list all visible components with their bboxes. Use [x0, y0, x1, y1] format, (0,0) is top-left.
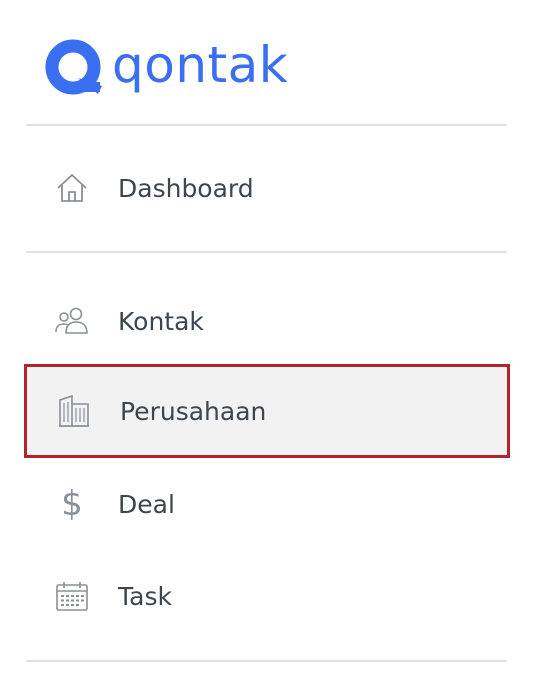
calendar-icon — [52, 576, 92, 616]
menu-label-task: Task — [118, 581, 172, 611]
menu-label-deal: Deal — [118, 489, 175, 519]
qontak-logo-icon — [45, 39, 102, 95]
menu-item-perusahaan[interactable]: Perusahaan — [24, 364, 510, 458]
home-icon — [52, 168, 92, 208]
contacts-icon — [52, 301, 92, 341]
divider-bottom — [26, 660, 507, 662]
divider-middle — [26, 251, 507, 253]
divider-top — [26, 124, 507, 126]
menu-item-dashboard[interactable]: Dashboard — [26, 143, 507, 233]
brand-name: qontak — [112, 36, 289, 94]
menu-item-task[interactable]: Task — [26, 551, 507, 641]
menu-label-kontak: Kontak — [118, 306, 204, 336]
menu-item-kontak[interactable]: Kontak — [26, 276, 507, 366]
menu-item-deal[interactable]: $ Deal — [26, 459, 507, 549]
menu-label-dashboard: Dashboard — [118, 173, 254, 203]
building-icon — [54, 391, 94, 431]
brand-logo[interactable]: qontak — [44, 34, 288, 104]
menu-label-perusahaan: Perusahaan — [120, 396, 267, 426]
dollar-icon: $ — [61, 484, 83, 524]
